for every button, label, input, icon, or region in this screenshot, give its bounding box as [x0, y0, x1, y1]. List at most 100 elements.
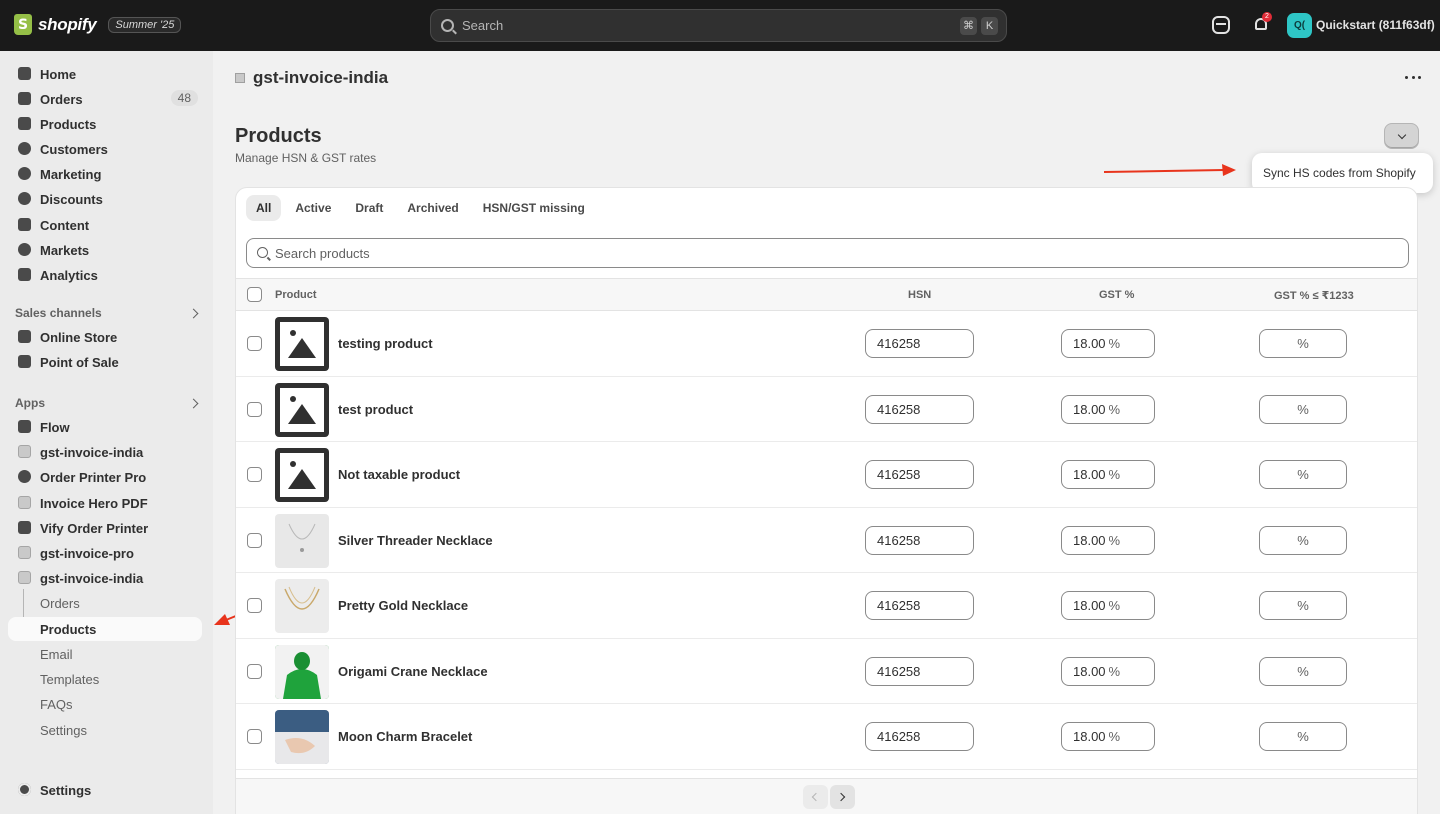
product-name[interactable]: Pretty Gold Necklace — [338, 598, 468, 613]
table-row[interactable]: Pretty Gold Necklace 416258 18.00% % — [236, 573, 1417, 639]
column-header-gst-low[interactable]: GST % ≤ ₹1233 — [1274, 289, 1354, 302]
sidebar-item-products[interactable]: Products — [8, 112, 202, 136]
gst-input[interactable]: 18.00% — [1061, 394, 1155, 424]
sidebar-item-analytics[interactable]: Analytics — [8, 263, 202, 287]
gst-input[interactable]: 18.00% — [1061, 329, 1155, 358]
chevron-right-icon[interactable] — [188, 398, 199, 409]
product-name[interactable]: Moon Charm Bracelet — [338, 729, 472, 744]
tab-archived[interactable]: Archived — [397, 195, 468, 221]
column-header-product[interactable]: Product — [275, 289, 317, 301]
vify-app-icon — [18, 521, 31, 534]
hsn-input[interactable]: 416258 — [865, 722, 974, 751]
gst-input[interactable]: 18.00% — [1061, 591, 1155, 620]
database-icon[interactable] — [1212, 16, 1230, 34]
gst-low-input[interactable]: % — [1259, 722, 1347, 751]
sidebar-item-point-of-sale[interactable]: Point of Sale — [8, 350, 202, 374]
table-row[interactable]: test product 416258 18.00% % — [236, 377, 1417, 442]
tab-active[interactable]: Active — [285, 195, 341, 221]
notifications-button[interactable]: 2 — [1252, 12, 1272, 34]
sidebar-item-flow[interactable]: Flow — [8, 415, 202, 439]
row-checkbox[interactable] — [247, 532, 262, 548]
column-header-hsn[interactable]: HSN — [908, 289, 931, 301]
shopify-logo[interactable]: shopify Summer '25 — [14, 14, 182, 35]
gst-low-input[interactable]: % — [1259, 329, 1347, 358]
previous-page-button[interactable] — [803, 785, 828, 809]
row-checkbox[interactable] — [247, 467, 262, 482]
gst-input[interactable]: 18.00% — [1061, 525, 1155, 555]
sidebar-item-markets[interactable]: Markets — [8, 238, 202, 262]
table-row[interactable]: testing product 416258 18.00% % — [236, 311, 1417, 377]
sidebar-subitem-templates[interactable]: Templates — [8, 667, 202, 691]
sidebar-subitem-orders[interactable]: Orders — [8, 591, 202, 615]
sidebar-item-settings[interactable]: Settings — [8, 778, 202, 802]
gst-low-input[interactable]: % — [1259, 460, 1347, 489]
sidebar-item-content[interactable]: Content — [8, 213, 202, 237]
store-avatar[interactable]: Q( — [1287, 13, 1312, 38]
column-header-gst[interactable]: GST % — [1099, 289, 1134, 301]
product-search-input[interactable]: Search products — [246, 238, 1409, 268]
sidebar-item-gst-invoice-pro[interactable]: gst-invoice-pro — [8, 541, 202, 565]
globe-icon — [18, 243, 31, 256]
actions-dropdown-button[interactable] — [1384, 123, 1419, 149]
row-checkbox[interactable] — [247, 598, 262, 613]
product-thumbnail — [275, 710, 329, 764]
sidebar-item-label: Marketing — [40, 166, 102, 182]
hsn-input[interactable]: 416258 — [865, 394, 974, 424]
row-checkbox[interactable] — [247, 401, 262, 417]
product-name[interactable]: Silver Threader Necklace — [338, 533, 493, 548]
hsn-input[interactable]: 416258 — [865, 329, 974, 358]
sidebar-item-gst-invoice-india-open[interactable]: gst-invoice-india — [8, 566, 202, 590]
sidebar-item-gst-invoice-india[interactable]: gst-invoice-india — [8, 440, 202, 464]
sidebar-item-marketing[interactable]: Marketing — [8, 162, 202, 186]
sidebar-item-discounts[interactable]: Discounts — [8, 187, 202, 211]
sidebar-subitem-faqs[interactable]: FAQs — [8, 692, 202, 716]
sidebar-item-home[interactable]: Home — [8, 62, 202, 86]
row-checkbox[interactable] — [247, 729, 262, 744]
orders-icon — [18, 92, 31, 105]
gst-input[interactable]: 18.00% — [1061, 722, 1155, 751]
sidebar-item-invoice-hero-pdf[interactable]: Invoice Hero PDF — [8, 491, 202, 515]
sidebar-item-orders[interactable]: Orders 48 — [8, 87, 202, 111]
gst-low-input[interactable]: % — [1259, 591, 1347, 620]
row-checkbox[interactable] — [247, 336, 262, 351]
select-all-checkbox[interactable] — [247, 287, 262, 302]
product-name[interactable]: Not taxable product — [338, 467, 460, 482]
sidebar-subitem-label: Settings — [40, 722, 87, 738]
store-name[interactable]: Quickstart (811f63df) — [1316, 18, 1435, 32]
next-page-button[interactable] — [830, 785, 855, 809]
row-checkbox[interactable] — [247, 663, 262, 679]
gst-low-input[interactable]: % — [1259, 525, 1347, 555]
sidebar-item-customers[interactable]: Customers — [8, 137, 202, 161]
sidebar-subitem-products[interactable]: Products — [8, 617, 202, 641]
sales-channels-heading[interactable]: Sales channels — [15, 306, 102, 320]
chevron-right-icon[interactable] — [188, 308, 199, 319]
hsn-input[interactable]: 416258 — [865, 460, 974, 489]
tab-all[interactable]: All — [246, 195, 282, 221]
tab-draft[interactable]: Draft — [345, 195, 393, 221]
table-row[interactable]: Not taxable product 416258 18.00% % — [236, 442, 1417, 508]
apps-heading[interactable]: Apps — [15, 396, 45, 410]
sidebar-item-order-printer-pro[interactable]: Order Printer Pro — [8, 465, 202, 489]
tab-hsn-gst-missing[interactable]: HSN/GST missing — [473, 195, 595, 221]
hsn-input[interactable]: 416258 — [865, 525, 974, 555]
table-row[interactable]: Moon Charm Bracelet 416258 18.00% % — [236, 704, 1417, 770]
hsn-input[interactable]: 416258 — [865, 591, 974, 620]
product-name[interactable]: test product — [338, 402, 413, 417]
more-actions-icon[interactable] — [1405, 76, 1421, 80]
sidebar-item-online-store[interactable]: Online Store — [8, 325, 202, 349]
sidebar-item-vify-order-printer[interactable]: Vify Order Printer — [8, 516, 202, 540]
table-row[interactable]: Origami Crane Necklace 416258 18.00% % — [236, 639, 1417, 704]
table-row[interactable]: Silver Threader Necklace 416258 18.00% % — [236, 508, 1417, 573]
product-name[interactable]: testing product — [338, 336, 433, 351]
sidebar-subitem-email[interactable]: Email — [8, 642, 202, 666]
global-search-input[interactable]: Search ⌘ K — [430, 9, 1007, 42]
sidebar-subitem-settings[interactable]: Settings — [8, 718, 202, 742]
product-name[interactable]: Origami Crane Necklace — [338, 664, 488, 679]
gst-input[interactable]: 18.00% — [1061, 460, 1155, 489]
gst-low-input[interactable]: % — [1259, 656, 1347, 686]
gst-low-input[interactable]: % — [1259, 394, 1347, 424]
hsn-input[interactable]: 416258 — [865, 656, 974, 686]
invoice-app-icon — [18, 496, 31, 509]
gst-input[interactable]: 18.00% — [1061, 656, 1155, 686]
app-title: gst-invoice-india — [235, 68, 388, 88]
